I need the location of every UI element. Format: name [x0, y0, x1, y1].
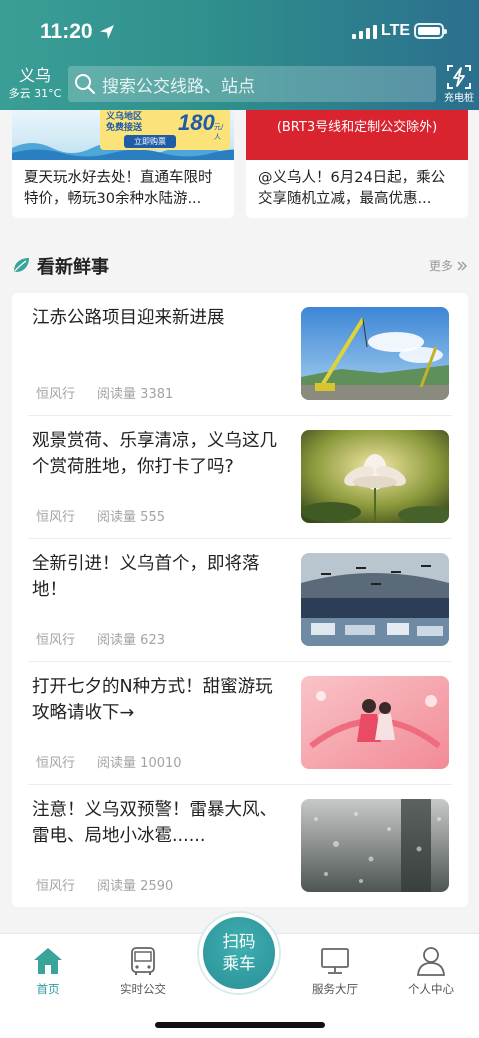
- banner-row: 义乌地区 免费接送 180 元/人 立即购票 夏天玩水好去处！直通车限时特价，畅玩…: [12, 110, 468, 218]
- status-time: 11:20: [40, 20, 93, 43]
- banner-title: 夏天玩水好去处！直通车限时特价，畅玩30余种水陆游...: [24, 170, 213, 207]
- scan-line1: 扫码: [222, 932, 256, 951]
- news-reads: 阅读量 10010: [97, 756, 182, 771]
- news-item[interactable]: 打开七夕的N种方式！甜蜜游玩攻略请收下→ 恒风行 阅读量 10010: [28, 662, 452, 785]
- charging-icon: [447, 65, 471, 89]
- city-weather[interactable]: 义乌 多云 31°C: [6, 66, 64, 102]
- tab-profile-label: 个人中心: [408, 982, 454, 996]
- leaf-icon: [14, 258, 29, 272]
- promo-price: 180: [178, 110, 215, 135]
- section-header: 看新鲜事 更多: [12, 252, 468, 278]
- charging-label: 充电桩: [444, 93, 474, 104]
- promo-line1: 义乌地区 免费接送: [106, 112, 143, 133]
- section-title: 看新鲜事: [37, 257, 109, 278]
- user-icon: [417, 947, 445, 976]
- monitor-icon: [321, 948, 349, 974]
- location-arrow-icon: [100, 25, 114, 39]
- more-link[interactable]: 更多: [429, 257, 468, 274]
- news-title: 全新引进！义乌首个，即将落地！: [32, 554, 260, 600]
- app-header: 11:20 LTE 义乌 多云 31°C 搜索公交线路、站点 充电桩: [0, 0, 479, 110]
- news-title: 观景赏荷、乐享清凉，义乌这几个赏荷胜地，你打卡了吗?: [32, 431, 277, 477]
- news-item[interactable]: 全新引进！义乌首个，即将落地！ 恒风行 阅读量 623: [28, 539, 452, 662]
- signal-icon: [352, 25, 377, 39]
- banner-card-bus-discount[interactable]: (BRT3号线和定制公交除外) @义乌人！6月24日起，乘公交享随机立减，最高优…: [246, 110, 468, 218]
- city-name: 义乌: [18, 66, 51, 85]
- news-thumbnail-construction: [301, 307, 449, 400]
- status-bar: 11:20 LTE: [0, 0, 479, 60]
- promo-unit: 元/人: [214, 123, 224, 141]
- news-reads: 阅读量 555: [97, 510, 165, 525]
- news-meta: 恒风行 阅读量 3381: [36, 383, 173, 402]
- banner-title: @义乌人！6月24日起，乘公交享随机立减，最高优惠...: [258, 170, 446, 207]
- news-source: 恒风行: [36, 633, 76, 648]
- battery-icon: [414, 23, 447, 39]
- news-thumbnail-rain: [301, 799, 449, 892]
- tab-realtime-bus[interactable]: 实时公交: [103, 944, 183, 997]
- news-source: 恒风行: [36, 756, 76, 771]
- news-title: 江赤公路项目迎来新进展: [32, 308, 225, 328]
- news-meta: 恒风行 阅读量 2590: [36, 875, 173, 894]
- weather-text: 多云 31°C: [8, 87, 62, 100]
- home-icon: [34, 948, 62, 974]
- news-thumbnail-qixi: [301, 676, 449, 769]
- banner-card-water-park[interactable]: 义乌地区 免费接送 180 元/人 立即购票 夏天玩水好去处！直通车限时特价，畅玩…: [12, 110, 234, 218]
- banner-image-red: (BRT3号线和定制公交除外): [246, 110, 468, 160]
- news-meta: 恒风行 阅读量 555: [36, 506, 165, 525]
- news-list: 江赤公路项目迎来新进展 恒风行 阅读量 3381 观景赏荷、乐享清凉，义乌这几个…: [12, 293, 468, 907]
- news-meta: 恒风行 阅读量 10010: [36, 752, 182, 771]
- double-chevron-right-icon: [457, 261, 467, 270]
- news-thumbnail-drones: [301, 553, 449, 646]
- news-source: 恒风行: [36, 879, 76, 894]
- search-input[interactable]: 搜索公交线路、站点: [68, 66, 436, 102]
- tab-realtime-bus-label: 实时公交: [120, 982, 166, 996]
- news-thumbnail-lotus: [301, 430, 449, 523]
- network-type: LTE: [381, 22, 411, 39]
- news-source: 恒风行: [36, 387, 76, 402]
- tab-home-label: 首页: [36, 982, 60, 996]
- tab-profile[interactable]: 个人中心: [391, 944, 471, 997]
- news-item[interactable]: 观景赏荷、乐享清凉，义乌这几个赏荷胜地，你打卡了吗? 恒风行 阅读量 555: [28, 416, 452, 539]
- news-title: 注意！义乌双预警！雷暴大风、雷电、局地小冰雹......: [32, 800, 277, 846]
- scan-line2: 乘车: [222, 954, 256, 973]
- more-label: 更多: [428, 259, 453, 273]
- news-source: 恒风行: [36, 510, 76, 525]
- banner-image-water: 义乌地区 免费接送 180 元/人 立即购票: [12, 110, 234, 160]
- news-reads: 阅读量 3381: [97, 387, 174, 402]
- news-reads: 阅读量 2590: [97, 879, 174, 894]
- promo-box: 义乌地区 免费接送 180 元/人 立即购票: [100, 110, 230, 150]
- search-icon: [75, 74, 96, 95]
- home-indicator: [155, 1022, 325, 1028]
- promo-buy-button[interactable]: 立即购票: [124, 135, 176, 148]
- news-reads: 阅读量 623: [97, 633, 165, 648]
- news-meta: 恒风行 阅读量 623: [36, 629, 165, 648]
- news-item[interactable]: 注意！义乌双预警！雷暴大风、雷电、局地小冰雹...... 恒风行 阅读量 259…: [28, 785, 452, 907]
- search-placeholder: 搜索公交线路、站点: [102, 76, 255, 97]
- news-item[interactable]: 江赤公路项目迎来新进展 恒风行 阅读量 3381: [28, 293, 452, 416]
- tab-service-hall-label: 服务大厅: [312, 982, 358, 996]
- charging-station-button[interactable]: 充电桩: [439, 62, 479, 106]
- tab-service-hall[interactable]: 服务大厅: [295, 944, 375, 997]
- news-title: 打开七夕的N种方式！甜蜜游玩攻略请收下→: [32, 677, 273, 723]
- tab-home[interactable]: 首页: [8, 944, 88, 997]
- bus-icon: [131, 947, 155, 975]
- banner-red-text: (BRT3号线和定制公交除外): [276, 120, 438, 135]
- scan-to-ride-button[interactable]: 扫码 乘车: [199, 913, 279, 993]
